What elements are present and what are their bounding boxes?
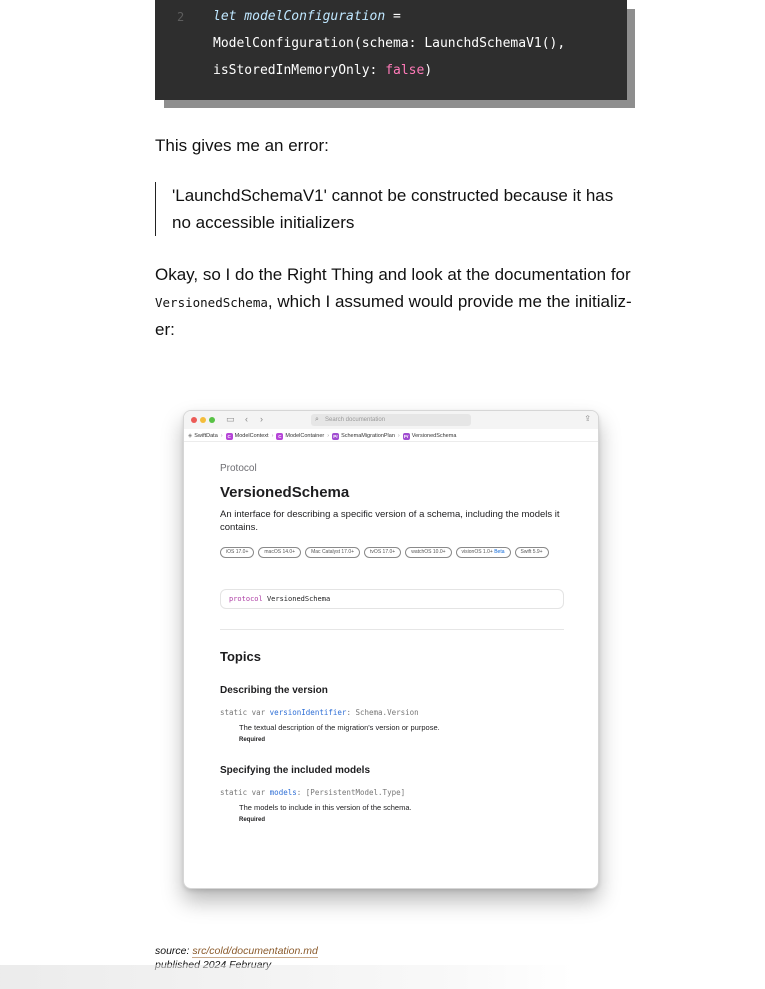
protocol-badge-icon: Pr <box>402 432 410 440</box>
inline-code: VersionedSchema <box>155 295 268 310</box>
code-block: 2 let modelConfiguration = ModelConfigur… <box>155 0 627 100</box>
source-line: source: src/cold/documentation.md <box>155 945 318 958</box>
code-text: isStoredInMemoryOnly: <box>213 63 386 78</box>
sidebar-toggle-icon[interactable]: ▭ <box>226 414 235 425</box>
source-label: source: <box>155 945 193 957</box>
minimize-window-icon[interactable] <box>200 417 206 423</box>
paragraph-text: , which I assumed would provide me the i… <box>267 292 632 311</box>
breadcrumb-item[interactable]: ModelContainer <box>285 433 324 439</box>
code-block-container: 2 let modelConfiguration = ModelConfigur… <box>155 0 635 108</box>
protocol-badge-icon: Pr <box>332 432 340 440</box>
symbol-signature[interactable]: static var versionIdentifier: Schema.Ver… <box>220 708 419 717</box>
code-line-3: isStoredInMemoryOnly: false) <box>213 63 432 78</box>
platform-badge: iOS 17.0+ <box>220 547 255 558</box>
required-label: Required <box>239 737 266 743</box>
symbol-link[interactable]: versionIdentifier <box>270 708 347 717</box>
error-quote: 'LaunchdSchemaV1' cannot be constructed … <box>155 182 635 236</box>
share-icon[interactable]: ⇪ <box>584 414 591 423</box>
platform-badge-visionos: visionOS 1.0+ Beta <box>455 547 511 558</box>
search-icon: ⌕ <box>315 416 319 423</box>
declaration: protocol VersionedSchema <box>220 589 564 609</box>
chevron-right-icon: › <box>220 433 223 439</box>
divider <box>184 441 598 442</box>
paragraph-error-intro: This gives me an error: <box>155 136 329 155</box>
platform-name: visionOS 1.0+ <box>461 549 493 555</box>
search-placeholder: Search documentation <box>325 417 386 423</box>
breadcrumb-item[interactable]: SwiftData <box>194 433 218 439</box>
breadcrumb-item[interactable]: VersionedSchema <box>412 433 457 439</box>
class-badge-icon: C <box>276 432 284 440</box>
paragraph-text: er: <box>155 320 175 339</box>
search-input[interactable]: ⌕ Search documentation <box>311 414 471 426</box>
class-badge-icon: C <box>225 432 233 440</box>
documentation-screenshot: ▭ ‹ › ⌕ Search documentation ⇪ ◈ SwiftDa… <box>183 410 599 889</box>
source-link[interactable]: src/cold/documentation.md <box>192 945 318 958</box>
platform-badge: Mac Catalyst 17.0+ <box>305 547 361 558</box>
paragraph-text: Okay, so I do the Right Thing and look a… <box>155 265 631 284</box>
signature-prefix: static var <box>220 708 270 717</box>
section-heading: Describing the version <box>220 685 328 696</box>
page-title: VersionedSchema <box>220 484 350 501</box>
swift-icon: ◈ <box>188 433 193 439</box>
declaration-keyword: protocol <box>229 595 263 603</box>
code-line-1: let modelConfiguration = <box>213 9 401 24</box>
code-text: ) <box>424 63 433 78</box>
breadcrumb: ◈ SwiftData › C ModelContext › C ModelCo… <box>188 431 456 441</box>
beta-label: Beta <box>494 549 505 555</box>
platform-availability: iOS 17.0+ macOS 14.0+ Mac Catalyst 17.0+… <box>220 547 565 558</box>
signature-suffix: : Schema.Version <box>346 708 419 717</box>
symbol-signature[interactable]: static var models: [PersistentModel.Type… <box>220 788 405 797</box>
line-number: 2 <box>177 10 185 24</box>
signature-suffix: : [PersistentModel.Type] <box>296 788 406 797</box>
declaration-name: VersionedSchema <box>266 595 331 603</box>
signature-prefix: static var <box>220 788 270 797</box>
topics-heading: Topics <box>220 649 261 664</box>
breadcrumb-item[interactable]: ModelContext <box>235 433 269 439</box>
window-titlebar: ▭ ‹ › ⌕ Search documentation ⇪ <box>184 411 598 429</box>
symbol-kind: Protocol <box>220 463 257 474</box>
chevron-right-icon: › <box>327 433 330 439</box>
breadcrumb-item[interactable]: SchemaMigrationPlan <box>341 433 395 439</box>
close-window-icon[interactable] <box>191 417 197 423</box>
zoom-window-icon[interactable] <box>209 417 215 423</box>
code-line-2: ModelConfiguration(schema: LaunchdSchema… <box>213 36 566 51</box>
required-label: Required <box>239 817 266 823</box>
paragraph-documentation: Okay, so I do the Right Thing and look a… <box>155 261 635 343</box>
divider <box>220 629 564 630</box>
platform-badge: watchOS 10.0+ <box>405 547 452 558</box>
section-heading: Specifying the included models <box>220 765 371 776</box>
code-keyword: let modelConfiguration <box>213 9 386 24</box>
symbol-link[interactable]: models <box>270 788 297 797</box>
code-text: = <box>385 9 401 24</box>
back-icon[interactable]: ‹ <box>245 414 248 424</box>
chevron-right-icon: › <box>397 433 400 439</box>
bottom-fade <box>0 965 765 989</box>
symbol-summary: The textual description of the migration… <box>239 723 440 732</box>
platform-badge: macOS 14.0+ <box>258 547 302 558</box>
forward-icon[interactable]: › <box>260 414 263 424</box>
platform-badge: tvOS 17.0+ <box>364 547 402 558</box>
chevron-right-icon: › <box>271 433 274 439</box>
symbol-summary: The models to include in this version of… <box>239 803 412 812</box>
platform-badge: Swift 5.9+ <box>514 547 549 558</box>
symbol-description: An interface for describing a specific v… <box>220 509 560 533</box>
code-literal: false <box>385 63 425 78</box>
